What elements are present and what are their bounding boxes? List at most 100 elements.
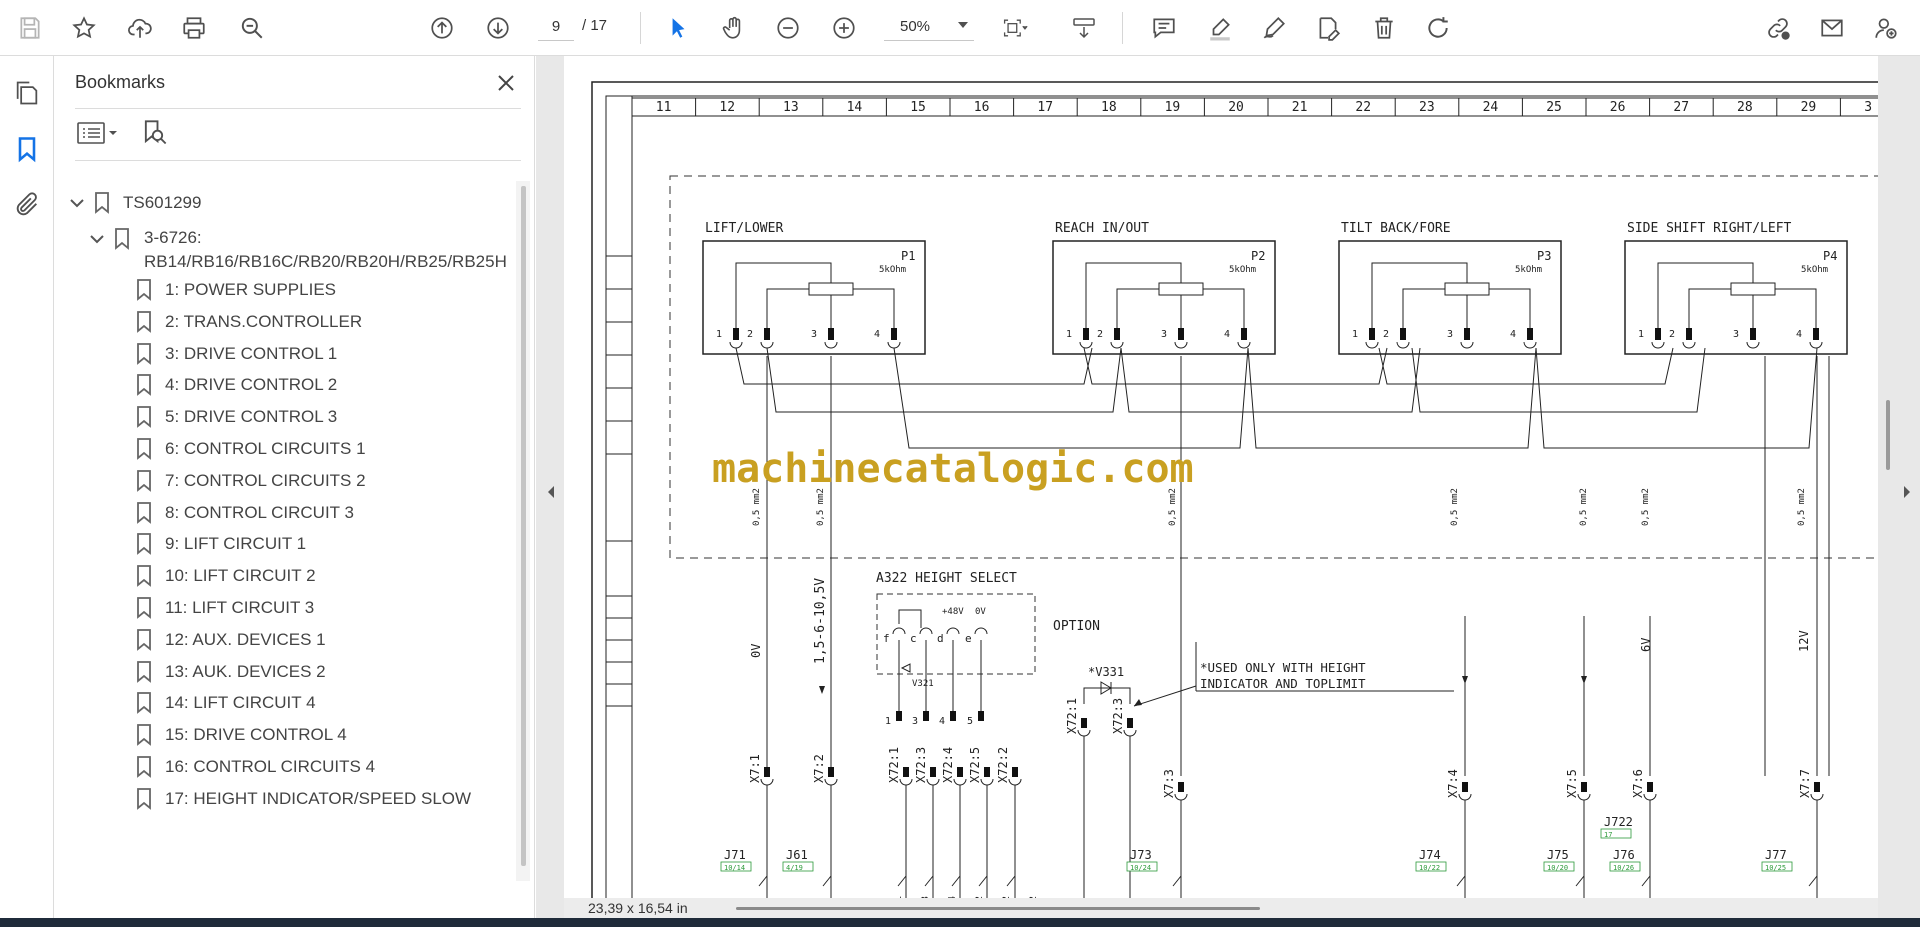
hs-pin-letter: f xyxy=(883,632,890,645)
delete-icon[interactable] xyxy=(1366,10,1402,46)
collapse-panel-left-icon[interactable] xyxy=(544,480,558,504)
select-cursor-icon[interactable] xyxy=(660,10,696,46)
print-icon[interactable] xyxy=(176,10,212,46)
bookmark-item[interactable]: 10: LIFT CIRCUIT 2 xyxy=(135,561,316,591)
zoom-out-icon[interactable] xyxy=(770,10,806,46)
connector-terminal xyxy=(1178,782,1184,792)
add-user-icon[interactable] xyxy=(1868,10,1904,46)
resistor-symbol xyxy=(1444,282,1490,296)
bookmark-item[interactable]: 12: AUX. DEVICES 1 xyxy=(135,625,326,655)
email-icon[interactable] xyxy=(1814,10,1850,46)
chevron-down-icon[interactable] xyxy=(69,195,85,211)
find-bookmark-icon[interactable] xyxy=(137,116,171,150)
jumper-name: J74 xyxy=(1419,848,1441,862)
arrow-icon xyxy=(819,686,825,694)
ruler-number: 22 xyxy=(1355,100,1371,115)
draw-signature-icon[interactable] xyxy=(1256,10,1292,46)
bookmark-item[interactable]: 6: CONTROL CIRCUITS 1 xyxy=(135,434,366,464)
arrow-icon xyxy=(1462,676,1468,684)
pot-ref: P4 xyxy=(1823,249,1837,263)
connector-terminal xyxy=(1814,782,1820,792)
pin-number: 3 xyxy=(1733,329,1739,340)
bookmark-item-label: 9: LIFT CIRCUIT 1 xyxy=(165,534,307,554)
fit-page-icon[interactable] xyxy=(992,10,1038,46)
upload-cloud-icon[interactable] xyxy=(122,10,158,46)
hs-zero-label: 0V xyxy=(975,607,986,617)
bookmark-item[interactable]: 1: POWER SUPPLIES xyxy=(135,275,336,305)
pin-terminal xyxy=(733,328,739,340)
bookmark-item[interactable]: 3: DRIVE CONTROL 1 xyxy=(135,339,337,369)
edit-document-icon[interactable] xyxy=(1310,10,1346,46)
bookmark-item[interactable]: 4: DRIVE CONTROL 2 xyxy=(135,370,337,400)
bookmark-options-button[interactable] xyxy=(75,116,125,150)
switch-contact xyxy=(978,875,988,887)
resistor-symbol xyxy=(808,282,854,296)
bookmark-item-label: 5: DRIVE CONTROL 3 xyxy=(165,407,338,427)
share-link-icon[interactable] xyxy=(1760,10,1796,46)
bookmark-item[interactable]: 8: CONTROL CIRCUIT 3 xyxy=(135,498,354,528)
next-page-icon[interactable] xyxy=(480,10,516,46)
bookmark-item[interactable]: 7: CONTROL CIRCUITS 2 xyxy=(135,466,366,496)
connector-label: X7:3 xyxy=(1162,769,1176,798)
bookmark-item[interactable]: 17: HEIGHT INDICATOR/SPEED SLOW xyxy=(135,784,471,814)
wire-size-label: 0,5 mm2 xyxy=(1641,488,1651,526)
bookmark-icon xyxy=(135,438,153,460)
wire-size-label: 0,5 mm2 xyxy=(1168,488,1178,526)
zoom-level-select[interactable]: 50% xyxy=(884,13,974,41)
bookmark-item[interactable]: 13: AUK. DEVICES 2 xyxy=(135,657,326,687)
rotate-icon[interactable] xyxy=(1420,10,1456,46)
jumper-name: J61 xyxy=(786,848,808,862)
diode-v331-label: *V331 xyxy=(1088,665,1124,679)
hand-tool-icon[interactable] xyxy=(716,10,752,46)
jumper-name: J71 xyxy=(724,848,746,862)
connector-terminal xyxy=(1647,782,1653,792)
save-icon[interactable] xyxy=(12,10,48,46)
bookmark-child-label-line1: 3-6726: xyxy=(144,228,202,247)
comment-icon[interactable] xyxy=(1146,10,1182,46)
pin-number: 4 xyxy=(1510,329,1516,340)
wire-size-label: 0,5 mm2 xyxy=(816,488,826,526)
bookmark-icon xyxy=(135,310,153,333)
page-vertical-scrollbar[interactable] xyxy=(1886,400,1890,470)
bookmark-item[interactable]: 16: CONTROL CIRCUITS 4 xyxy=(135,752,375,782)
bookmark-item[interactable]: 5: DRIVE CONTROL 3 xyxy=(135,402,337,432)
pin-number: 2 xyxy=(747,329,753,340)
collapse-panel-right-icon[interactable] xyxy=(1900,480,1914,504)
ruler-number: 19 xyxy=(1165,100,1181,115)
bookmark-root[interactable]: TS601299 xyxy=(69,188,201,218)
close-icon[interactable] xyxy=(491,68,521,98)
bookmark-item-label: 8: CONTROL CIRCUIT 3 xyxy=(165,502,354,522)
scrolling-mode-icon[interactable] xyxy=(1064,10,1104,46)
pin-number: 1 xyxy=(1352,329,1358,340)
ruler-number: 29 xyxy=(1801,100,1817,115)
zoom-in-icon[interactable] xyxy=(826,10,862,46)
star-icon[interactable] xyxy=(66,10,102,46)
chevron-down-icon[interactable] xyxy=(89,231,105,247)
page-thumbnails-icon[interactable] xyxy=(10,76,44,110)
switch-contact xyxy=(1172,875,1182,887)
bookmark-icon xyxy=(135,787,153,810)
highlight-pen-icon[interactable] xyxy=(1202,10,1238,46)
wire xyxy=(1120,347,1421,413)
bookmarks-icon[interactable] xyxy=(10,132,44,166)
bookmark-item[interactable]: 11: LIFT CIRCUIT 3 xyxy=(135,593,314,623)
bookmark-item[interactable]: 9: LIFT CIRCUIT 1 xyxy=(135,529,306,559)
bookmark-item[interactable]: 2: TRANS.CONTROLLER xyxy=(135,307,362,337)
bookmark-icon xyxy=(135,692,153,715)
page-horizontal-scrollbar[interactable] xyxy=(736,907,1260,910)
bookmark-item[interactable]: 15: DRIVE CONTROL 4 xyxy=(135,720,347,750)
bookmark-child[interactable] xyxy=(89,224,143,254)
wiring-schematic: 11 12 13 14 15 16 17 18 19 20 21 22 23 24 25 26 27 28 29 3 … xyxy=(591,81,1878,902)
attachments-paperclip-icon[interactable] xyxy=(10,188,44,222)
zoom-search-icon[interactable] xyxy=(234,10,270,46)
switch-contact xyxy=(1808,875,1818,887)
wire xyxy=(766,347,1122,413)
page-number-input[interactable]: 9 xyxy=(538,13,574,41)
bookmark-item-label: 2: TRANS.CONTROLLER xyxy=(165,311,363,331)
jumper-name: J77 xyxy=(1765,848,1787,862)
previous-page-icon[interactable] xyxy=(424,10,460,46)
bookmark-item[interactable]: 14: LIFT CIRCUIT 4 xyxy=(135,688,316,718)
ruler-number: 20 xyxy=(1228,100,1244,115)
bookmark-item-label: 1: POWER SUPPLIES xyxy=(165,280,336,299)
ruler-number: 3 xyxy=(1864,100,1872,115)
